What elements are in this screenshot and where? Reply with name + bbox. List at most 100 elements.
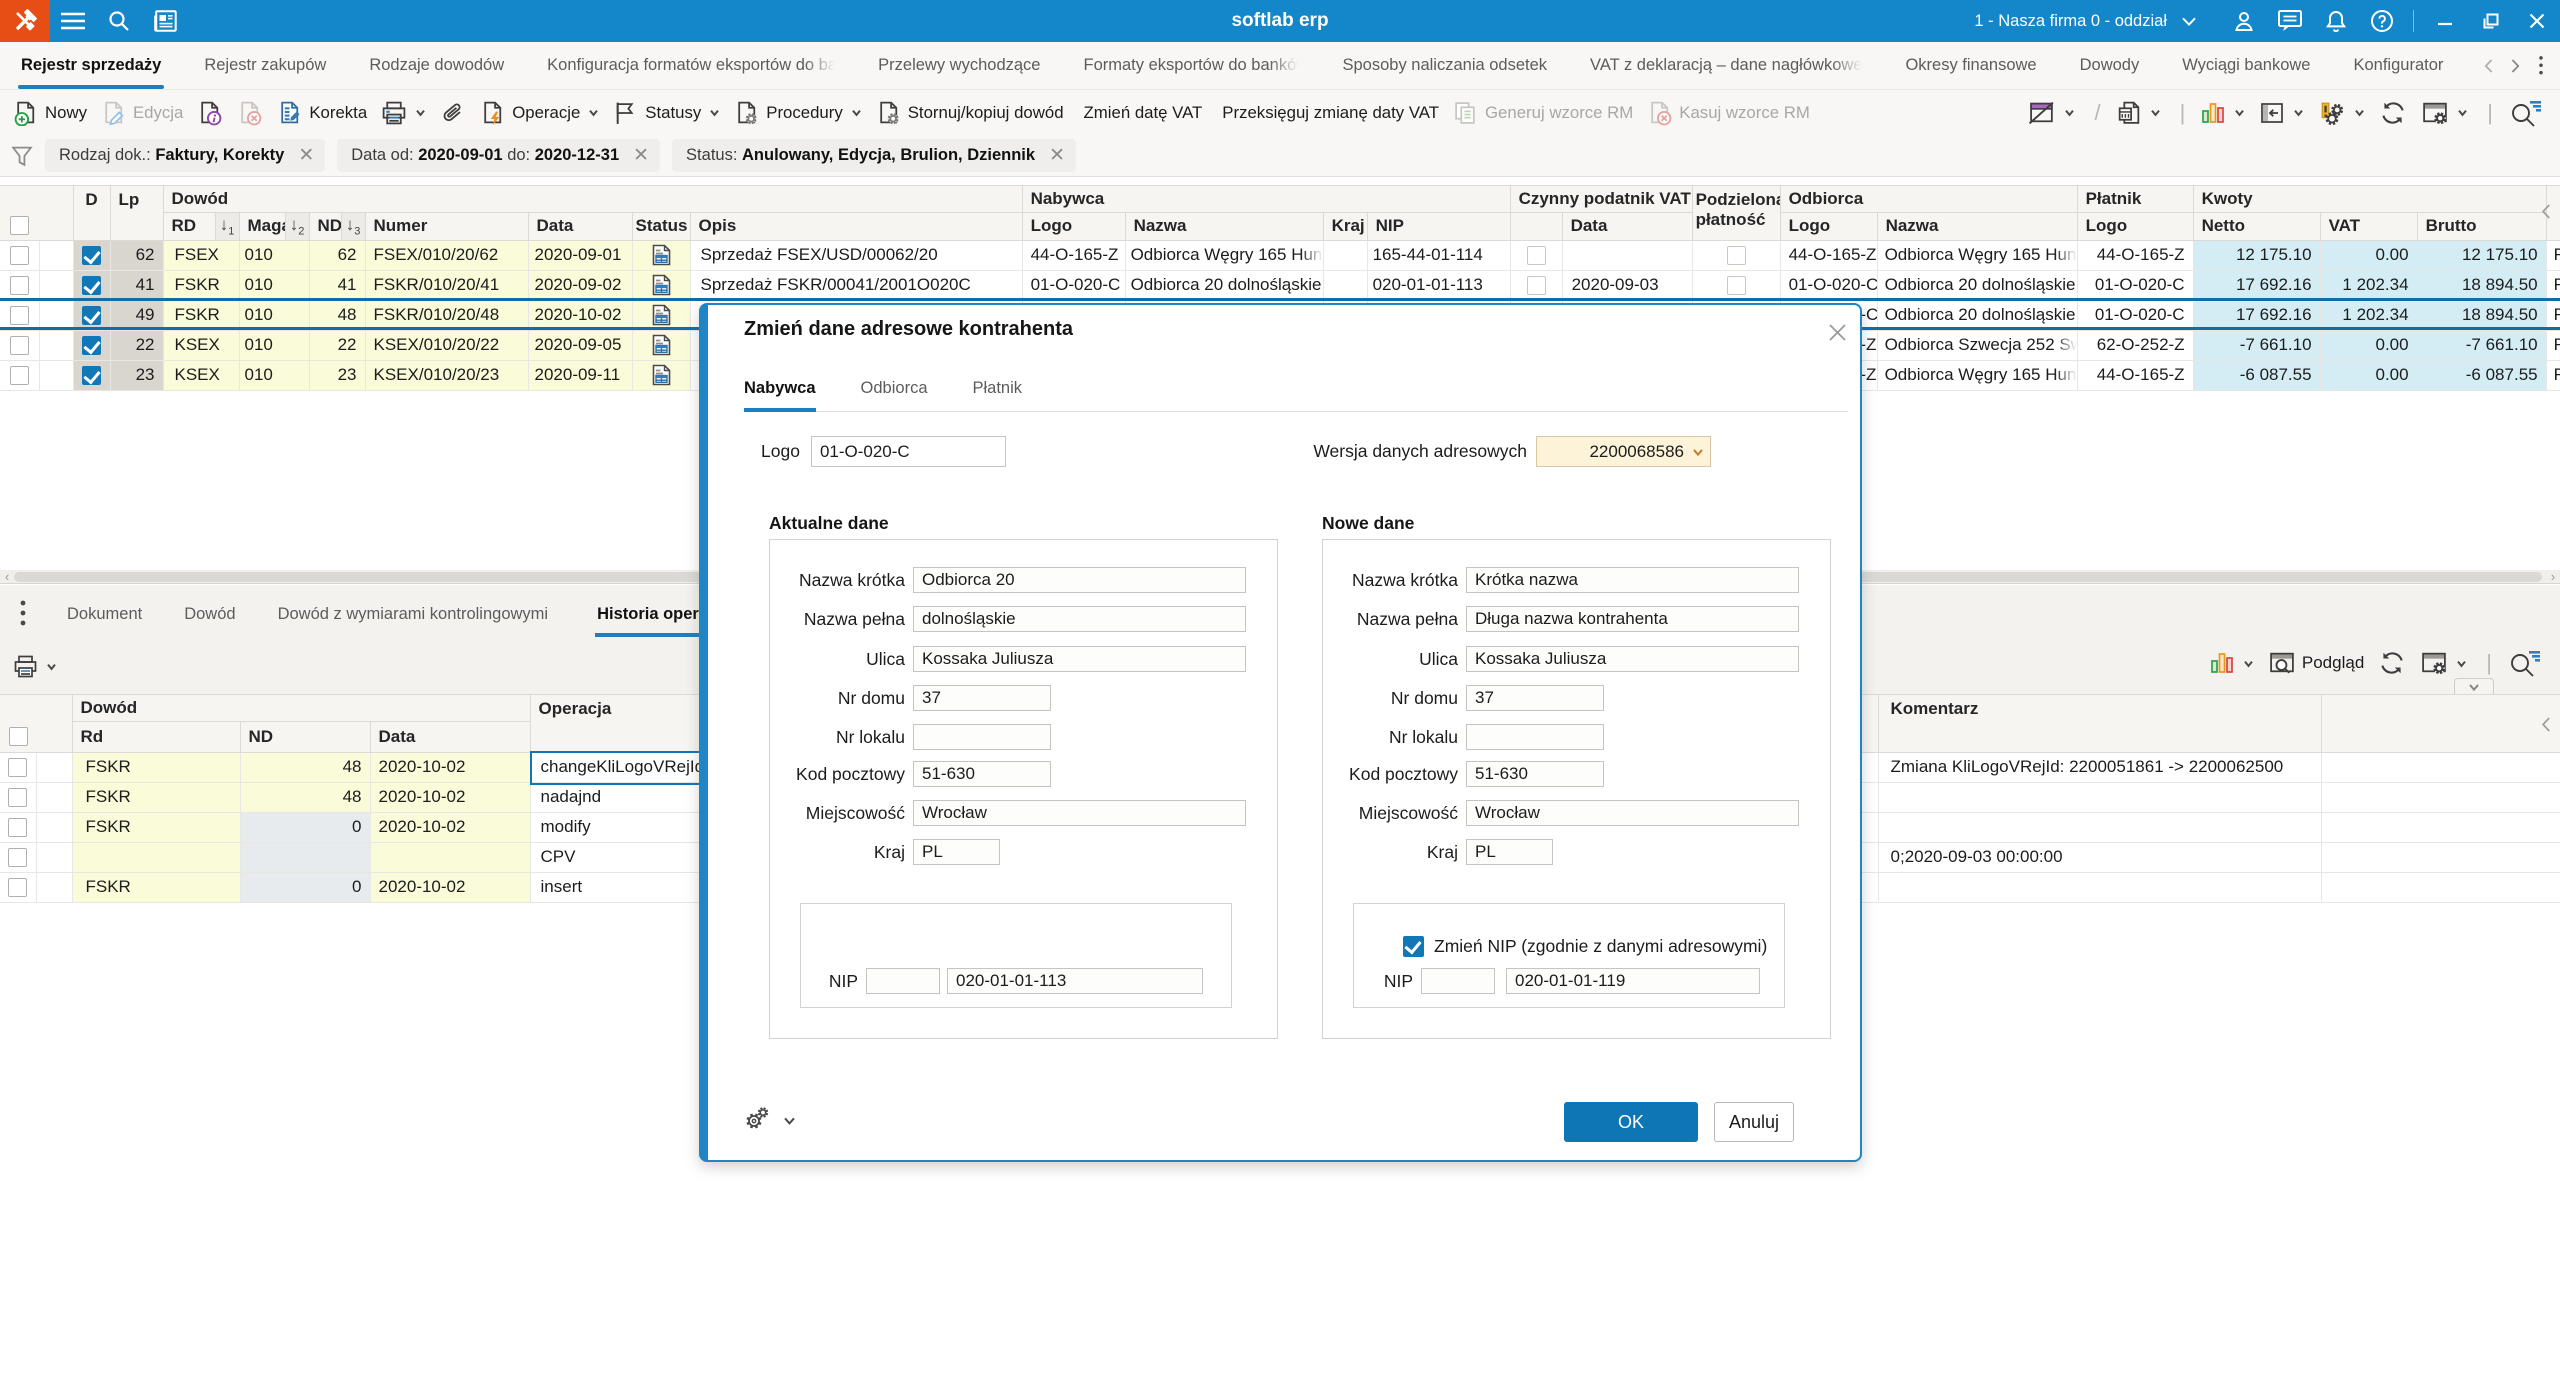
col-header-mag[interactable]: Magazyn: [239, 212, 285, 240]
collapse-right-panel-icon[interactable]: [2538, 203, 2555, 220]
grid-rows-4-cur[interactable]: F: [2546, 360, 2560, 390]
detail-refresh-button[interactable]: [2373, 646, 2411, 680]
td[interactable]: [39, 360, 73, 390]
grid-rows-4-onazwa[interactable]: Odbiorca Węgry 165 Hung: [1877, 360, 2077, 390]
col-header-czynny-checkbox[interactable]: [1510, 212, 1562, 240]
grid-rows-2-lp[interactable]: 49: [110, 300, 163, 330]
bottom-rows-0-data[interactable]: 2020-10-02: [370, 752, 530, 782]
close-button[interactable]: [2514, 0, 2560, 42]
scroll-right-icon[interactable]: ›: [2546, 570, 2560, 583]
czynny-vat-checkbox[interactable]: [1527, 246, 1546, 265]
bottom-rows-0-rd[interactable]: FSKR: [72, 752, 240, 782]
zmien-nip-checkbox[interactable]: [1403, 936, 1424, 957]
status-doc-icon[interactable]: [651, 364, 672, 386]
tabs-overflow-kebab-icon[interactable]: [2528, 51, 2554, 81]
main-tab-12[interactable]: Konfigurator: [2353, 42, 2443, 89]
toolbar-nowy-button[interactable]: Nowy: [8, 96, 92, 130]
new-field-input[interactable]: 51-630: [1466, 761, 1604, 787]
toolbar-operacje-button[interactable]: Operacje: [475, 96, 604, 130]
grid-rows-3-plogo[interactable]: 62-O-252-Z: [2077, 330, 2193, 360]
current-nip-input[interactable]: 020-01-01-113: [947, 968, 1203, 994]
row-checkbox[interactable]: [10, 276, 29, 295]
td[interactable]: [2321, 872, 2560, 902]
new-field-input[interactable]: Kossaka Juliusza: [1466, 646, 1799, 672]
status-doc-icon[interactable]: [651, 274, 672, 296]
bottom-rows-1-rd[interactable]: FSKR: [72, 782, 240, 812]
grid-rows-3-numer[interactable]: KSEX/010/20/22: [365, 330, 528, 360]
detail-print-button[interactable]: [8, 651, 62, 682]
ctr[interactable]: [0, 872, 36, 902]
grid-rows-3-brutto[interactable]: -7 661.10: [2417, 330, 2546, 360]
bottom-rows-2-data[interactable]: 2020-10-02: [370, 812, 530, 842]
detail-tabs-kebab-icon[interactable]: [0, 599, 46, 629]
tabs-scroll-left-icon[interactable]: [2476, 51, 2502, 81]
grid-rows-3-cur[interactable]: F: [2546, 330, 2560, 360]
grid-rows-1-netto[interactable]: 17 692.16: [2193, 270, 2320, 300]
grid-rows-4-nd[interactable]: 23: [309, 360, 365, 390]
scroll-left-icon[interactable]: ‹: [0, 570, 14, 583]
col-header-czynny-data[interactable]: Data: [1562, 212, 1692, 240]
grid-rows-1-mag[interactable]: 010: [239, 270, 309, 300]
dialog-tab-2[interactable]: Odbiorca: [861, 379, 928, 411]
ctr[interactable]: [0, 360, 39, 390]
current-field-input[interactable]: 51-630: [913, 761, 1051, 787]
grid-rows-0-ologo[interactable]: 44-O-165-Z: [1780, 240, 1877, 270]
col-header-rd[interactable]: Rd: [72, 721, 240, 752]
bottom-rows-2-kom[interactable]: [1878, 812, 2321, 842]
expand-panel-button[interactable]: [2454, 678, 2494, 694]
row-checkbox[interactable]: [8, 848, 27, 867]
main-tab-6[interactable]: Formaty eksportów do banków: [1083, 42, 1299, 89]
current-field-input[interactable]: PL: [913, 839, 1000, 865]
yl[interactable]: [632, 330, 690, 360]
grid-rows-4-plogo[interactable]: 44-O-165-Z: [2077, 360, 2193, 390]
main-tab-10[interactable]: Dowody: [2080, 42, 2140, 89]
current-nip-prefix-input[interactable]: [866, 968, 940, 994]
main-tab-11[interactable]: Wyciągi bankowe: [2182, 42, 2310, 89]
dialog-settings-button[interactable]: [741, 1105, 796, 1135]
grid-rows-1-vat[interactable]: 1 202.34: [2320, 270, 2417, 300]
grid-rows-2-nd[interactable]: 48: [309, 300, 365, 330]
grid-rows-2-mag[interactable]: 010: [239, 300, 309, 330]
grid-rows-0-cur[interactable]: F: [2546, 240, 2560, 270]
grid-rows-3-mag[interactable]: 010: [239, 330, 309, 360]
col-header-platnik-logo[interactable]: Logo: [2077, 212, 2193, 240]
company-selector-label[interactable]: 1 - Nasza firma 0 - oddział: [1974, 12, 2167, 31]
grid-rows-0-onazwa[interactable]: Odbiorca Węgry 165 Hung: [1877, 240, 2077, 270]
grid-rows-3-rd[interactable]: KSEX: [163, 330, 239, 360]
current-field-input[interactable]: Kossaka Juliusza: [913, 646, 1246, 672]
td[interactable]: [36, 752, 72, 782]
grid-rows-3-netto[interactable]: -7 661.10: [2193, 330, 2320, 360]
grid-rows-1-brutto[interactable]: 18 894.50: [2417, 270, 2546, 300]
detail-tab-2[interactable]: Dowód: [184, 591, 235, 637]
sort-indicator-3[interactable]: ↓3: [341, 212, 365, 240]
new-field-input[interactable]: [1466, 724, 1604, 750]
grid-rows-0-brutto[interactable]: 12 175.10: [2417, 240, 2546, 270]
bottom-rows-3-data[interactable]: [370, 842, 530, 872]
bottom-rows-1-data[interactable]: 2020-10-02: [370, 782, 530, 812]
row-checkbox[interactable]: [8, 788, 27, 807]
ctr[interactable]: [0, 300, 39, 330]
main-tab-1[interactable]: Rejestr sprzedaży: [21, 42, 161, 89]
td[interactable]: [39, 240, 73, 270]
current-field-input[interactable]: Odbiorca 20: [913, 567, 1246, 593]
ctr[interactable]: [0, 240, 39, 270]
grid-rows-1-kraj[interactable]: [1323, 270, 1367, 300]
status-doc-icon[interactable]: [651, 304, 672, 326]
main-tab-5[interactable]: Przelewy wychodzące: [878, 42, 1040, 89]
grid-rows-3-vat[interactable]: 0.00: [2320, 330, 2417, 360]
maximize-button[interactable]: [2468, 0, 2514, 42]
grid-rows-2-rd[interactable]: FSKR: [163, 300, 239, 330]
ctr[interactable]: [1692, 270, 1780, 300]
col-header-odbiorca-logo[interactable]: Logo: [1780, 212, 1877, 240]
row-checkbox[interactable]: [8, 878, 27, 897]
new-field-input[interactable]: Krótka nazwa: [1466, 567, 1799, 593]
toolbar-doc-cancel-button[interactable]: [232, 96, 268, 130]
bottom-rows-3-kom[interactable]: 0;2020-09-03 00:00:00: [1878, 842, 2321, 872]
toolbar-kasuj-wzorce-rm-button[interactable]: Kasuj wzorce RM: [1642, 96, 1815, 130]
grid-rows-2-brutto[interactable]: 18 894.50: [2417, 300, 2546, 330]
toolbar-note-slash-button[interactable]: [2023, 96, 2080, 130]
grid-rows-0-rd[interactable]: FSEX: [163, 240, 239, 270]
toolbar-search-lines-button[interactable]: [2503, 95, 2547, 131]
grid-rows-2-data[interactable]: 2020-10-02: [528, 300, 632, 330]
grid-rows-0-nd[interactable]: 62: [309, 240, 365, 270]
